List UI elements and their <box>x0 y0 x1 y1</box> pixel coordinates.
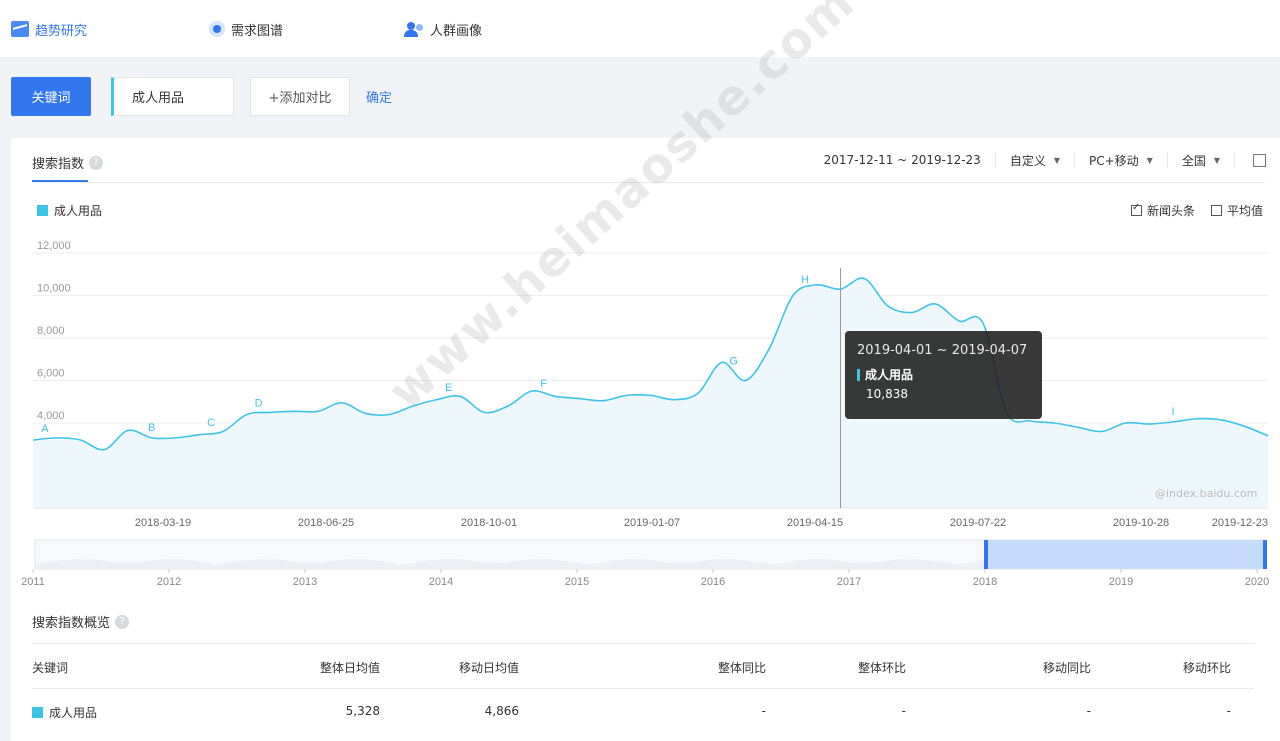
y-tick-label: 4,000 <box>37 410 65 422</box>
x-tick-label: 2019-04-15 <box>787 517 843 529</box>
event-marker-label: D <box>255 397 263 409</box>
keyword-cell: 成人用品 <box>49 706 98 720</box>
tooltip-swatch <box>857 368 860 381</box>
x-tick-label: 2019-10-28 <box>1113 517 1169 529</box>
timeline-year-label: 2020 <box>1245 576 1269 588</box>
timeline-year-label: 2019 <box>1109 576 1133 588</box>
y-tick-label: 10,000 <box>37 283 71 295</box>
series-area <box>33 278 1268 508</box>
x-tick-label: 2018-10-01 <box>461 517 517 529</box>
event-marker-label: F <box>540 378 547 390</box>
tooltip-value: 10,838 <box>866 387 908 401</box>
search-index-chart[interactable]: 2,0004,0006,0008,00010,00012,000ABCDEFGH… <box>0 0 1280 741</box>
cell-mobile-daily: 4,866 <box>484 704 519 718</box>
divider <box>32 643 1254 644</box>
timeline-year-label: 2013 <box>293 576 317 588</box>
col-mobile-daily: 移动日均值 <box>458 661 519 675</box>
timeline-year-label: 2017 <box>837 576 861 588</box>
col-overall-daily: 整体日均值 <box>319 661 380 675</box>
col-mobile-mom: 移动环比 <box>1182 661 1231 675</box>
table-row-keyword: 成人用品 <box>32 704 97 721</box>
overview-title: 搜索指数概览 ? <box>32 612 130 631</box>
timeline-year-label: 2015 <box>565 576 589 588</box>
event-marker-label: G <box>729 355 738 367</box>
x-tick-label: 2019-01-07 <box>624 517 680 529</box>
y-tick-label: 6,000 <box>37 368 65 380</box>
timeline-selection[interactable] <box>985 540 1266 569</box>
chart-credit: @index.baidu.com <box>1155 487 1258 500</box>
col-keyword: 关键词 <box>32 661 69 675</box>
x-tick-label: 2019-12-23 <box>1212 517 1268 529</box>
col-overall-yoy: 整体同比 <box>717 661 766 675</box>
timeline-year-label: 2016 <box>701 576 725 588</box>
timeline-year-label: 2011 <box>21 576 45 588</box>
cell-overall-mom: - <box>901 704 906 718</box>
event-marker-label: H <box>801 274 809 286</box>
col-overall-mom: 整体环比 <box>857 661 906 675</box>
cell-mobile-yoy: - <box>1086 704 1091 718</box>
x-tick-label: 2019-07-22 <box>950 517 1006 529</box>
cell-mobile-mom: - <box>1226 704 1231 718</box>
cell-overall-yoy: - <box>761 704 766 718</box>
timeline-handle-left[interactable] <box>984 540 988 569</box>
event-marker-label: E <box>445 382 452 394</box>
tooltip-date: 2019-04-01 ~ 2019-04-07 <box>857 343 1028 358</box>
timeline-year-label: 2012 <box>157 576 181 588</box>
overview-title-text: 搜索指数概览 <box>32 616 111 631</box>
event-marker-label: C <box>207 417 215 429</box>
timeline-year-label: 2018 <box>973 576 997 588</box>
x-tick-label: 2018-03-19 <box>135 517 191 529</box>
event-marker-label: I <box>1171 406 1174 418</box>
event-marker-label: B <box>148 422 155 434</box>
tooltip-series: 成人用品 <box>857 366 1030 383</box>
timeline-handle-right[interactable] <box>1263 540 1267 569</box>
x-tick-label: 2018-06-25 <box>298 517 354 529</box>
keyword-swatch <box>32 707 43 718</box>
event-marker-label: A <box>41 423 49 435</box>
timeline-year-label: 2014 <box>429 576 453 588</box>
divider <box>32 688 1254 689</box>
y-tick-label: 12,000 <box>37 240 71 252</box>
y-tick-label: 8,000 <box>37 325 65 337</box>
col-mobile-yoy: 移动同比 <box>1042 661 1091 675</box>
tooltip-series-name: 成人用品 <box>865 368 914 382</box>
cell-overall-daily: 5,328 <box>345 704 380 718</box>
help-icon[interactable]: ? <box>115 614 130 629</box>
chart-tooltip: 2019-04-01 ~ 2019-04-07 成人用品 10,838 <box>845 331 1042 419</box>
